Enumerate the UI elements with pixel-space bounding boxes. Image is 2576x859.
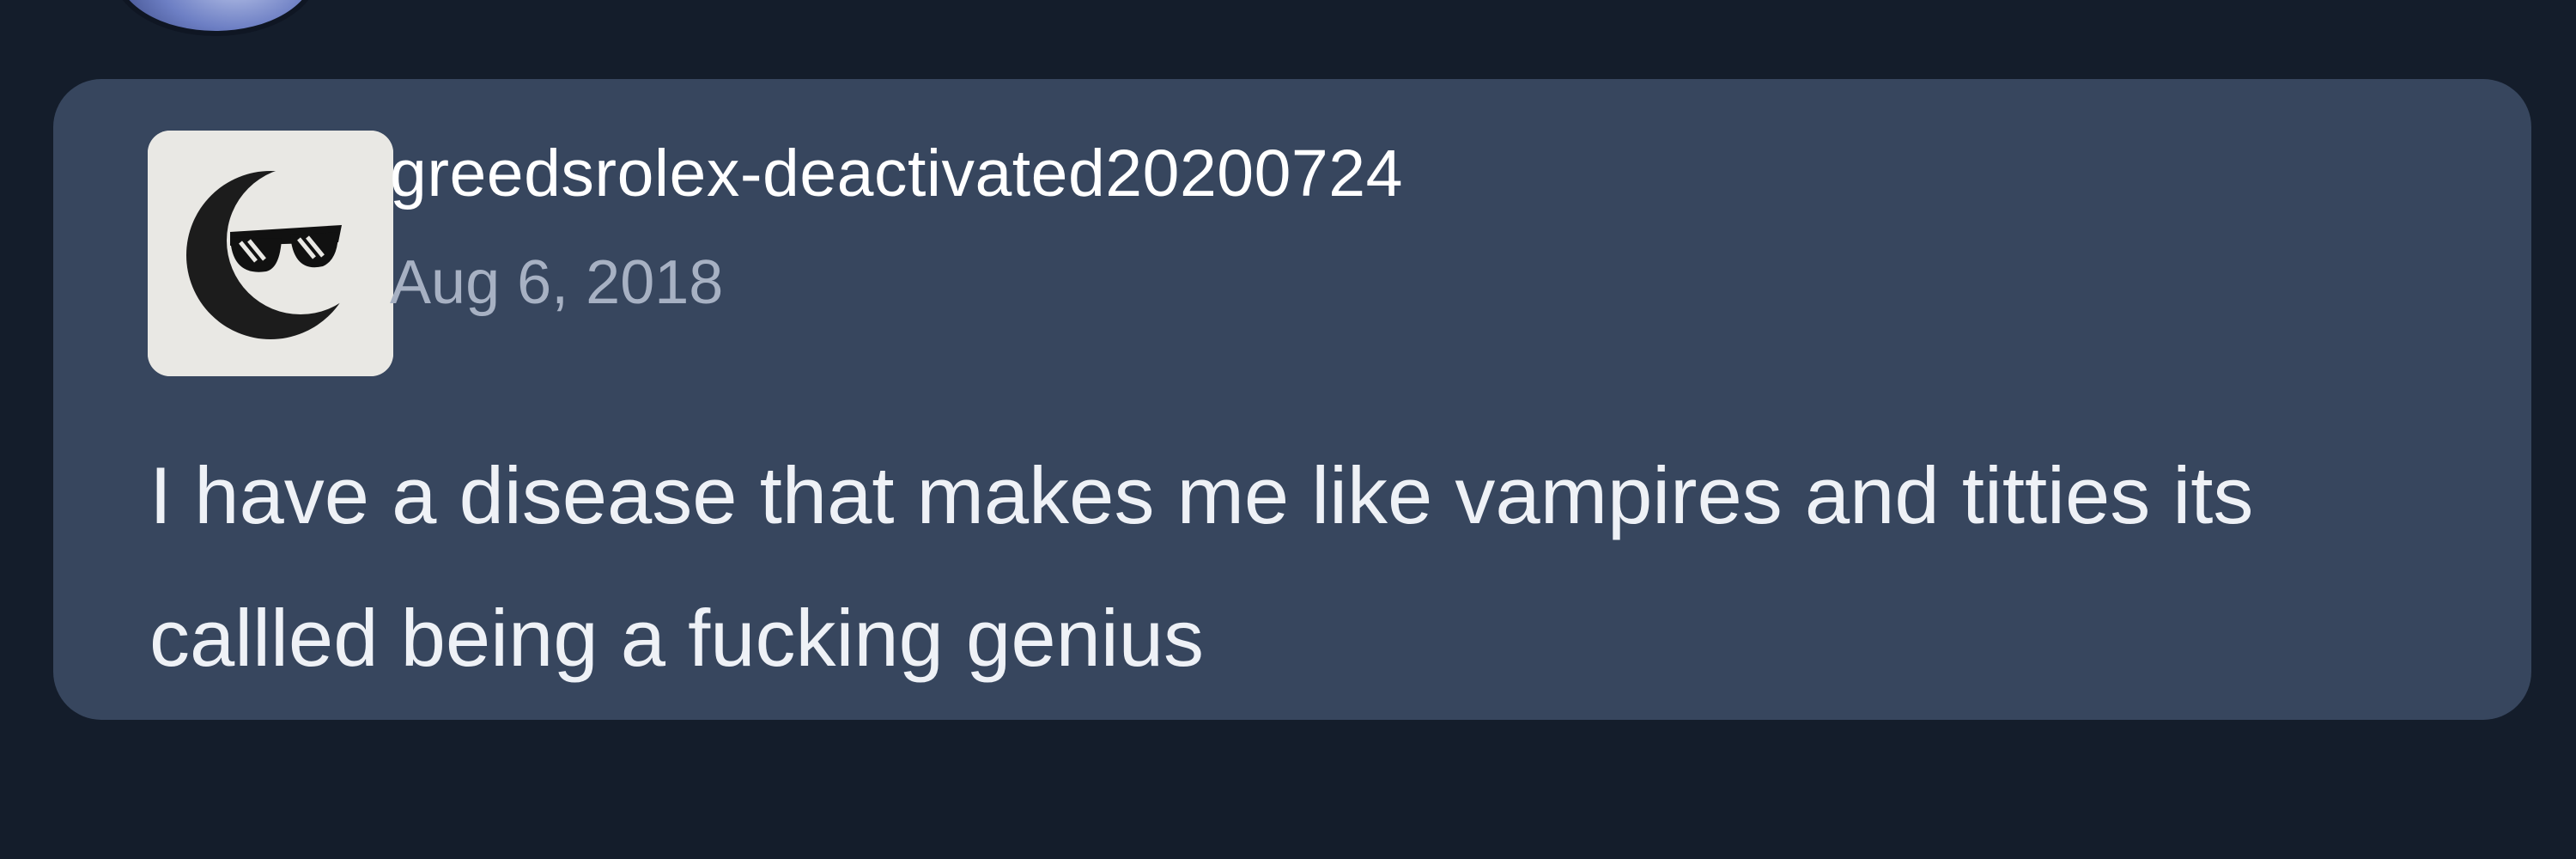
post-body-text: I have a disease that makes me like vamp… xyxy=(149,450,2254,683)
reblog-card: greedsrolex-deactivated20200724 Aug 6, 2… xyxy=(53,79,2531,720)
post-date: Aug 6, 2018 xyxy=(390,248,724,317)
previous-post-avatar-icon[interactable] xyxy=(112,0,319,36)
post-username[interactable]: greedsrolex-deactivated20200724 xyxy=(390,136,1403,212)
moon-with-sunglasses-icon[interactable] xyxy=(148,131,393,376)
